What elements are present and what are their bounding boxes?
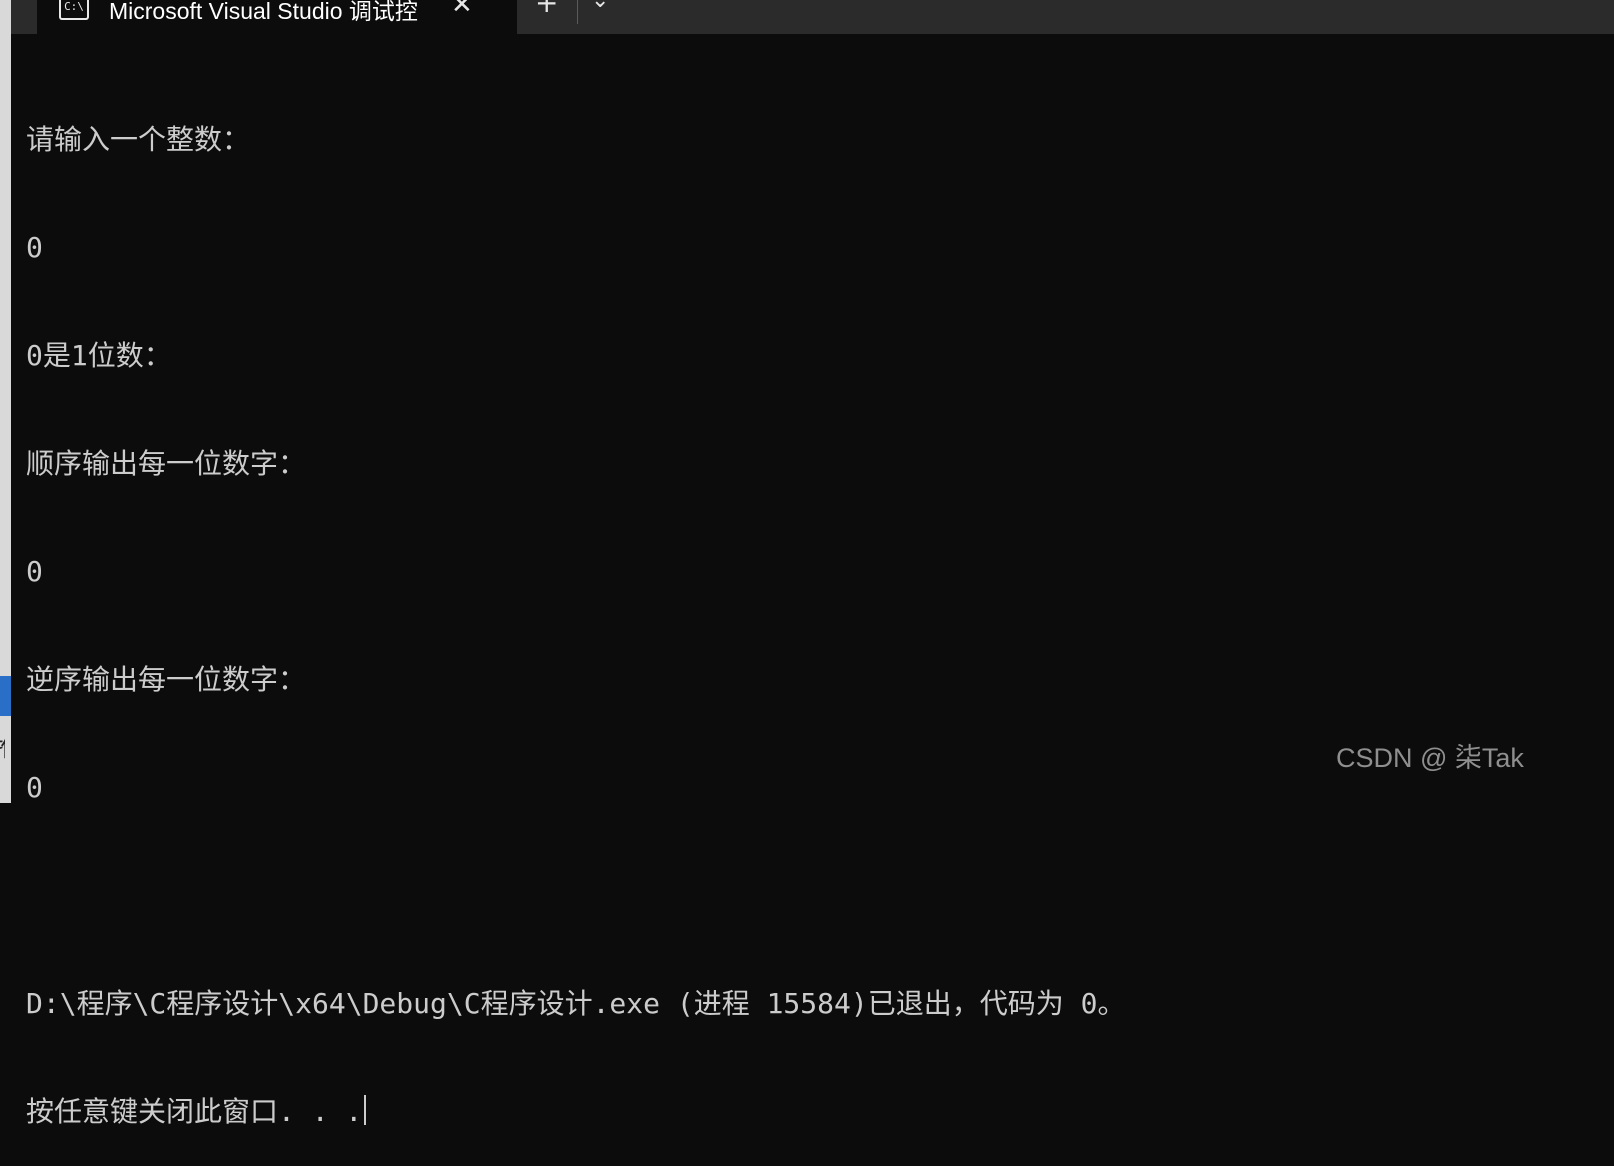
close-icon[interactable]: ✕ xyxy=(451,0,473,20)
console-line: 逆序输出每一位数字： xyxy=(26,663,307,696)
console-line: 0 xyxy=(26,231,43,264)
tab-title: Microsoft Visual Studio 调试控 xyxy=(109,0,418,24)
console-line: 0是1位数： xyxy=(26,339,172,372)
chevron-down-icon[interactable]: ⌄ xyxy=(591,0,609,13)
console-prompt-line: 按任意键关闭此窗口. . . xyxy=(26,1094,1594,1130)
console-line: 顺序输出每一位数字： xyxy=(26,447,307,480)
console-line: 请输入一个整数： xyxy=(26,123,251,156)
console-output[interactable]: 请输入一个整数： 0 0是1位数： 顺序输出每一位数字： 0 逆序输出每一位数字… xyxy=(26,50,1594,1166)
tab-divider xyxy=(577,0,578,24)
console-line: 0 xyxy=(26,771,43,804)
title-bar: C:\ Microsoft Visual Studio 调试控 ✕ + ⌄ xyxy=(11,0,1614,34)
background-window-edge: 推 xyxy=(0,0,11,803)
console-line: 0 xyxy=(26,555,43,588)
plus-icon[interactable]: + xyxy=(535,0,558,19)
background-window-text: 推 xyxy=(0,728,5,763)
console-line: 按任意键关闭此窗口. . . xyxy=(26,1095,363,1128)
console-line: D:\程序\C程序设计\x64\Debug\C程序设计.exe (进程 1558… xyxy=(26,987,1126,1020)
watermark: CSDN @ 柒Tak xyxy=(1336,743,1524,773)
tab-console[interactable]: C:\ Microsoft Visual Studio 调试控 ✕ xyxy=(37,0,517,34)
background-window-accent xyxy=(0,676,11,716)
text-cursor xyxy=(364,1095,367,1125)
terminal-icon: C:\ xyxy=(59,0,89,20)
